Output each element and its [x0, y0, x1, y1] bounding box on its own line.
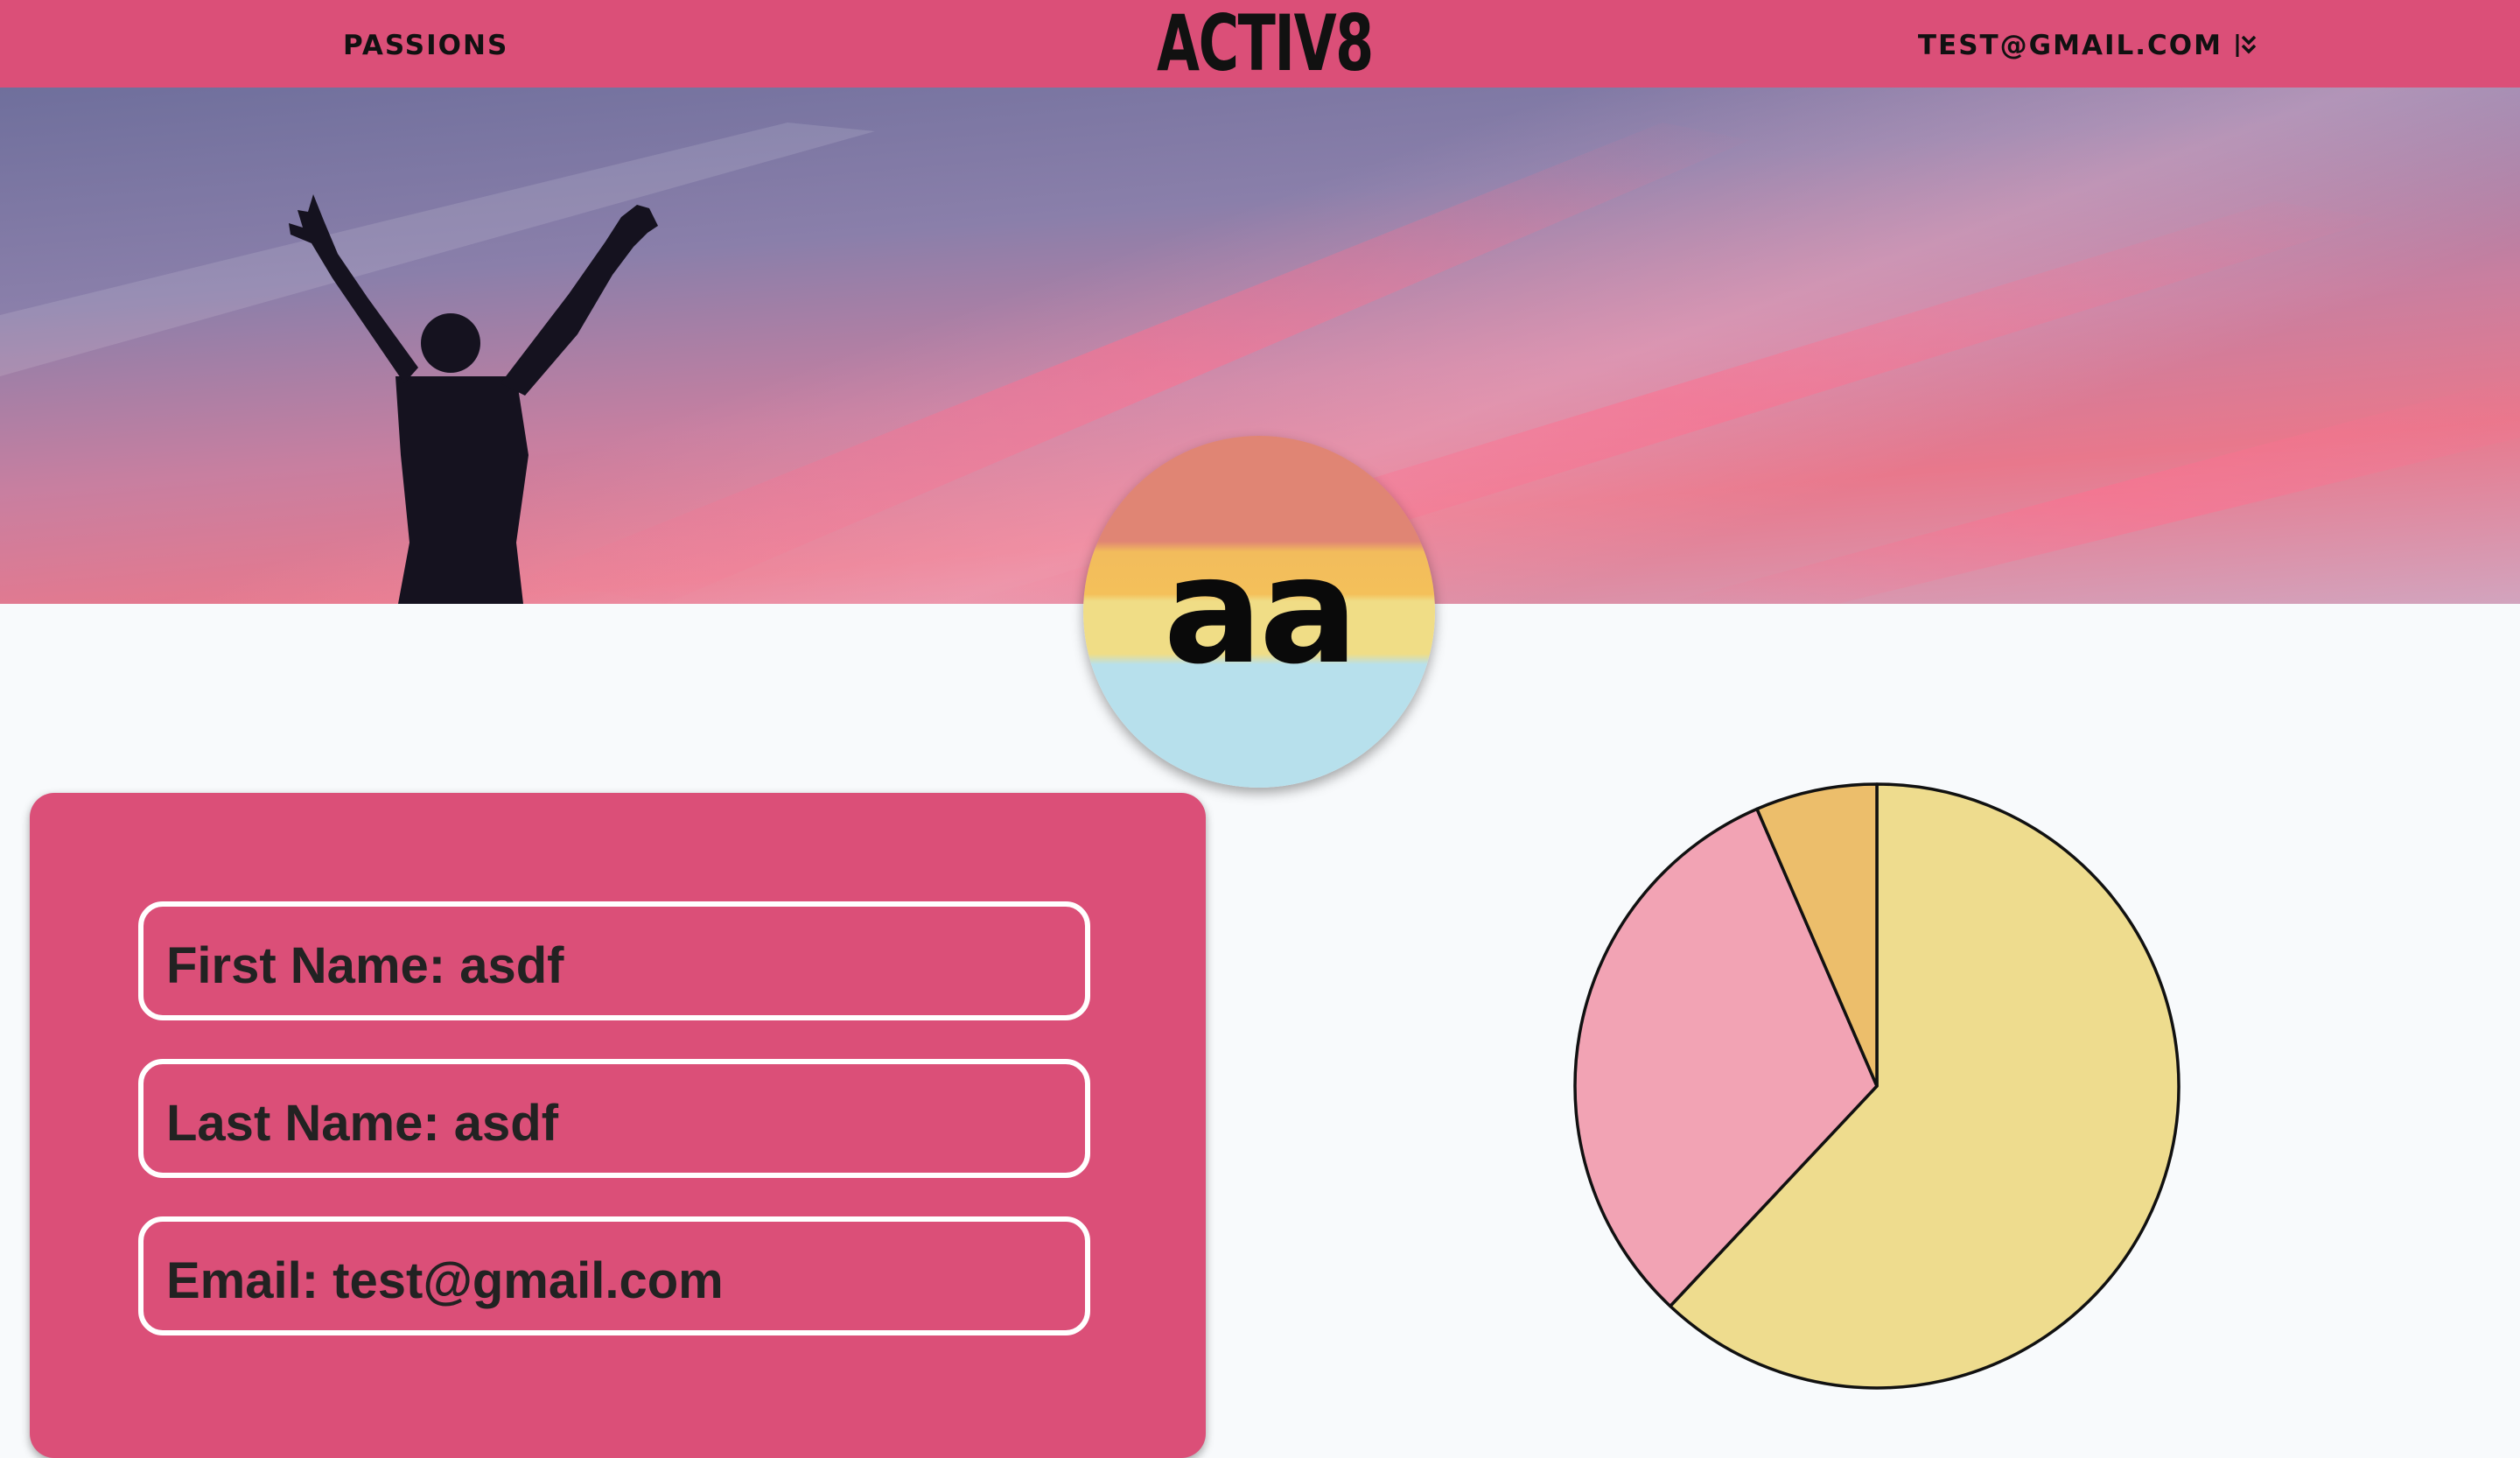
app-logo[interactable]: ACTIV8: [1157, 2, 1374, 86]
profile-info-card: First Name: asdf Last Name: asdf Email: …: [30, 793, 1206, 1458]
double-chevron-down-icon[interactable]: [2235, 31, 2258, 60]
first-name-field: First Name: asdf: [138, 901, 1090, 1020]
profile-avatar[interactable]: aa: [1083, 436, 1435, 788]
avatar-initials: aa: [1163, 525, 1359, 697]
passions-pie-chart: [1573, 782, 2180, 1390]
top-navbar: PASSIONS ACTIV8 TEST@GMAIL.COM: [0, 0, 2520, 88]
last-name-field: Last Name: asdf: [138, 1059, 1090, 1178]
email-text: Email: test@gmail.com: [166, 1252, 724, 1309]
last-name-text: Last Name: asdf: [166, 1095, 559, 1152]
user-menu[interactable]: TEST@GMAIL.COM: [1918, 26, 2258, 65]
first-name-text: First Name: asdf: [166, 937, 564, 994]
user-email-label[interactable]: TEST@GMAIL.COM: [1918, 28, 2222, 63]
nav-passions-link[interactable]: PASSIONS: [343, 28, 508, 63]
email-field: Email: test@gmail.com: [138, 1216, 1090, 1335]
